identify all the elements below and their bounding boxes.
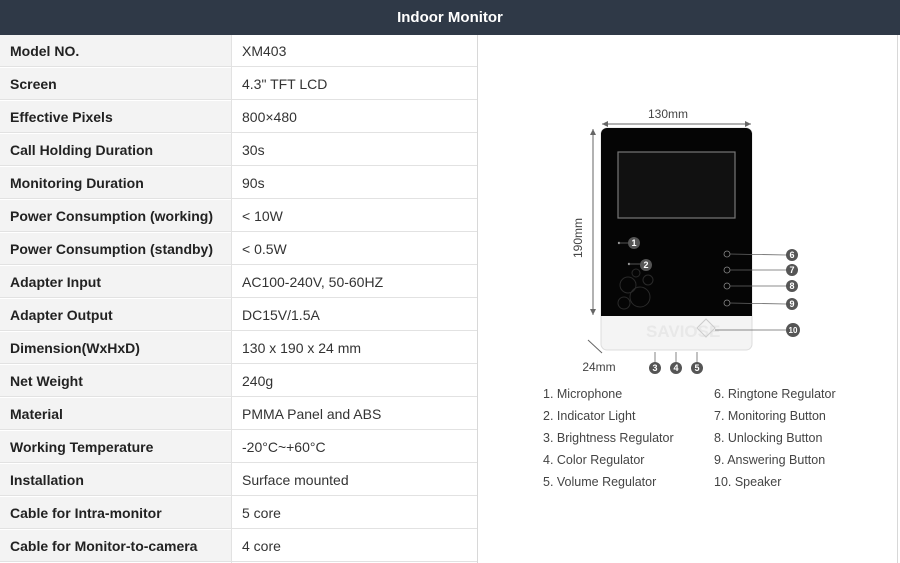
spec-label: Effective Pixels xyxy=(0,101,231,133)
spec-value: PMMA Panel and ABS xyxy=(232,398,477,430)
spec-row: Dimension(WxHxD) 130 x 190 x 24 mm xyxy=(0,332,478,365)
spec-label: Cable for Intra-monitor xyxy=(0,497,231,529)
callout-6: 6 xyxy=(786,249,798,261)
monitor-device: SAVIOSE xyxy=(600,127,753,351)
legend-item: 8. Unlocking Button xyxy=(714,431,823,445)
svg-text:4: 4 xyxy=(673,363,678,373)
svg-text:2: 2 xyxy=(643,260,648,270)
spec-label: Cable for Monitor-to-camera xyxy=(0,530,231,562)
spec-value: -20°C~+60°C xyxy=(232,431,477,463)
legend-right: 6. Ringtone Regulator 7. Monitoring Butt… xyxy=(714,383,836,493)
legend-item: 1. Microphone xyxy=(543,387,623,401)
legend-item: 2. Indicator Light xyxy=(543,409,636,423)
spec-label: Material xyxy=(0,398,231,430)
spec-row: Power Consumption (working) < 10W xyxy=(0,200,478,233)
legend-item: 6. Ringtone Regulator xyxy=(714,387,836,401)
spec-label: Power Consumption (standby) xyxy=(0,233,231,265)
spec-value: XM403 xyxy=(232,35,477,67)
spec-value: 30s xyxy=(232,134,477,166)
spec-row: Cable for Intra-monitor 5 core xyxy=(0,497,478,530)
section-header: Indoor Monitor xyxy=(0,0,900,35)
legend-item: 10. Speaker xyxy=(714,475,782,489)
callout-1: 1 xyxy=(628,237,640,249)
svg-text:6: 6 xyxy=(789,250,794,260)
spec-label: Net Weight xyxy=(0,365,231,397)
spec-value: 5 core xyxy=(232,497,477,529)
width-dimension: 130mm xyxy=(602,107,751,127)
svg-text:1: 1 xyxy=(631,238,636,248)
depth-label: 24mm xyxy=(582,360,615,374)
callout-5: 5 xyxy=(691,362,703,374)
legend-left: 1. Microphone 2. Indicator Light 3. Brig… xyxy=(543,383,674,493)
callout-9: 9 xyxy=(786,298,798,310)
spec-row: Net Weight 240g xyxy=(0,365,478,398)
spec-value: Surface mounted xyxy=(232,464,477,496)
spec-value: DC15V/1.5A xyxy=(232,299,477,331)
callout-2: 2 xyxy=(640,259,652,271)
spec-value: < 10W xyxy=(232,200,477,232)
spec-label: Adapter Output xyxy=(0,299,231,331)
spec-row: Cable for Monitor-to-camera 4 core xyxy=(0,530,478,563)
spec-row: Call Holding Duration 30s xyxy=(0,134,478,167)
legend-item: 4. Color Regulator xyxy=(543,453,645,467)
svg-text:5: 5 xyxy=(694,363,699,373)
height-label: 190mm xyxy=(571,218,585,258)
spec-label: Power Consumption (working) xyxy=(0,200,231,232)
legend-item: 7. Monitoring Button xyxy=(714,409,826,423)
spec-value: AC100-240V, 50-60HZ xyxy=(232,266,477,298)
section-title: Indoor Monitor xyxy=(397,9,503,26)
spec-label: Screen xyxy=(0,68,231,100)
spec-row: Effective Pixels 800×480 xyxy=(0,101,478,134)
spec-row: Monitoring Duration 90s xyxy=(0,167,478,200)
spec-label: Installation xyxy=(0,464,231,496)
spec-value: 800×480 xyxy=(232,101,477,133)
spec-row: Working Temperature -20°C~+60°C xyxy=(0,431,478,464)
spec-row: Installation Surface mounted xyxy=(0,464,478,497)
legend-item: 5. Volume Regulator xyxy=(543,475,657,489)
svg-text:8: 8 xyxy=(789,281,794,291)
spec-row: Model NO. XM403 xyxy=(0,35,478,68)
brand-watermark: SAVIOSE xyxy=(646,322,720,341)
spec-value: < 0.5W xyxy=(232,233,477,265)
callout-7: 7 xyxy=(786,264,798,276)
spec-label: Model NO. xyxy=(0,35,231,67)
spec-row: Adapter Output DC15V/1.5A xyxy=(0,299,478,332)
height-dimension: 190mm xyxy=(571,129,596,315)
spec-label: Working Temperature xyxy=(0,431,231,463)
spec-value: 240g xyxy=(232,365,477,397)
callout-8: 8 xyxy=(786,280,798,292)
svg-text:9: 9 xyxy=(789,299,794,309)
screen xyxy=(617,151,736,219)
spec-row: Power Consumption (standby) < 0.5W xyxy=(0,233,478,266)
monitor-diagram-panel: 130mm 190mm 24mm SAVIOSE 1 2 3 4 5 6 7 8… xyxy=(478,35,897,563)
callout-10: 10 xyxy=(786,323,800,337)
legend-item: 9. Answering Button xyxy=(714,453,826,467)
column-divider xyxy=(231,35,232,563)
legend-item: 3. Brightness Regulator xyxy=(543,431,674,445)
svg-text:7: 7 xyxy=(789,265,794,275)
callout-4: 4 xyxy=(670,362,682,374)
spec-table: Model NO. XM403 Screen 4.3" TFT LCD Effect… xyxy=(0,35,478,563)
spec-value: 4 core xyxy=(232,530,477,562)
width-label: 130mm xyxy=(648,107,688,121)
svg-text:10: 10 xyxy=(789,326,798,335)
svg-text:3: 3 xyxy=(652,363,657,373)
spec-label: Dimension(WxHxD) xyxy=(0,332,231,364)
spec-label: Adapter Input xyxy=(0,266,231,298)
spec-value: 90s xyxy=(232,167,477,199)
spec-value: 130 x 190 x 24 mm xyxy=(232,332,477,364)
panel-border xyxy=(897,35,898,563)
spec-row: Material PMMA Panel and ABS xyxy=(0,398,478,431)
spec-row: Screen 4.3" TFT LCD xyxy=(0,68,478,101)
callout-3: 3 xyxy=(649,362,661,374)
spec-row: Adapter Input AC100-240V, 50-60HZ xyxy=(0,266,478,299)
spec-value: 4.3" TFT LCD xyxy=(232,68,477,100)
spec-label: Monitoring Duration xyxy=(0,167,231,199)
spec-label: Call Holding Duration xyxy=(0,134,231,166)
